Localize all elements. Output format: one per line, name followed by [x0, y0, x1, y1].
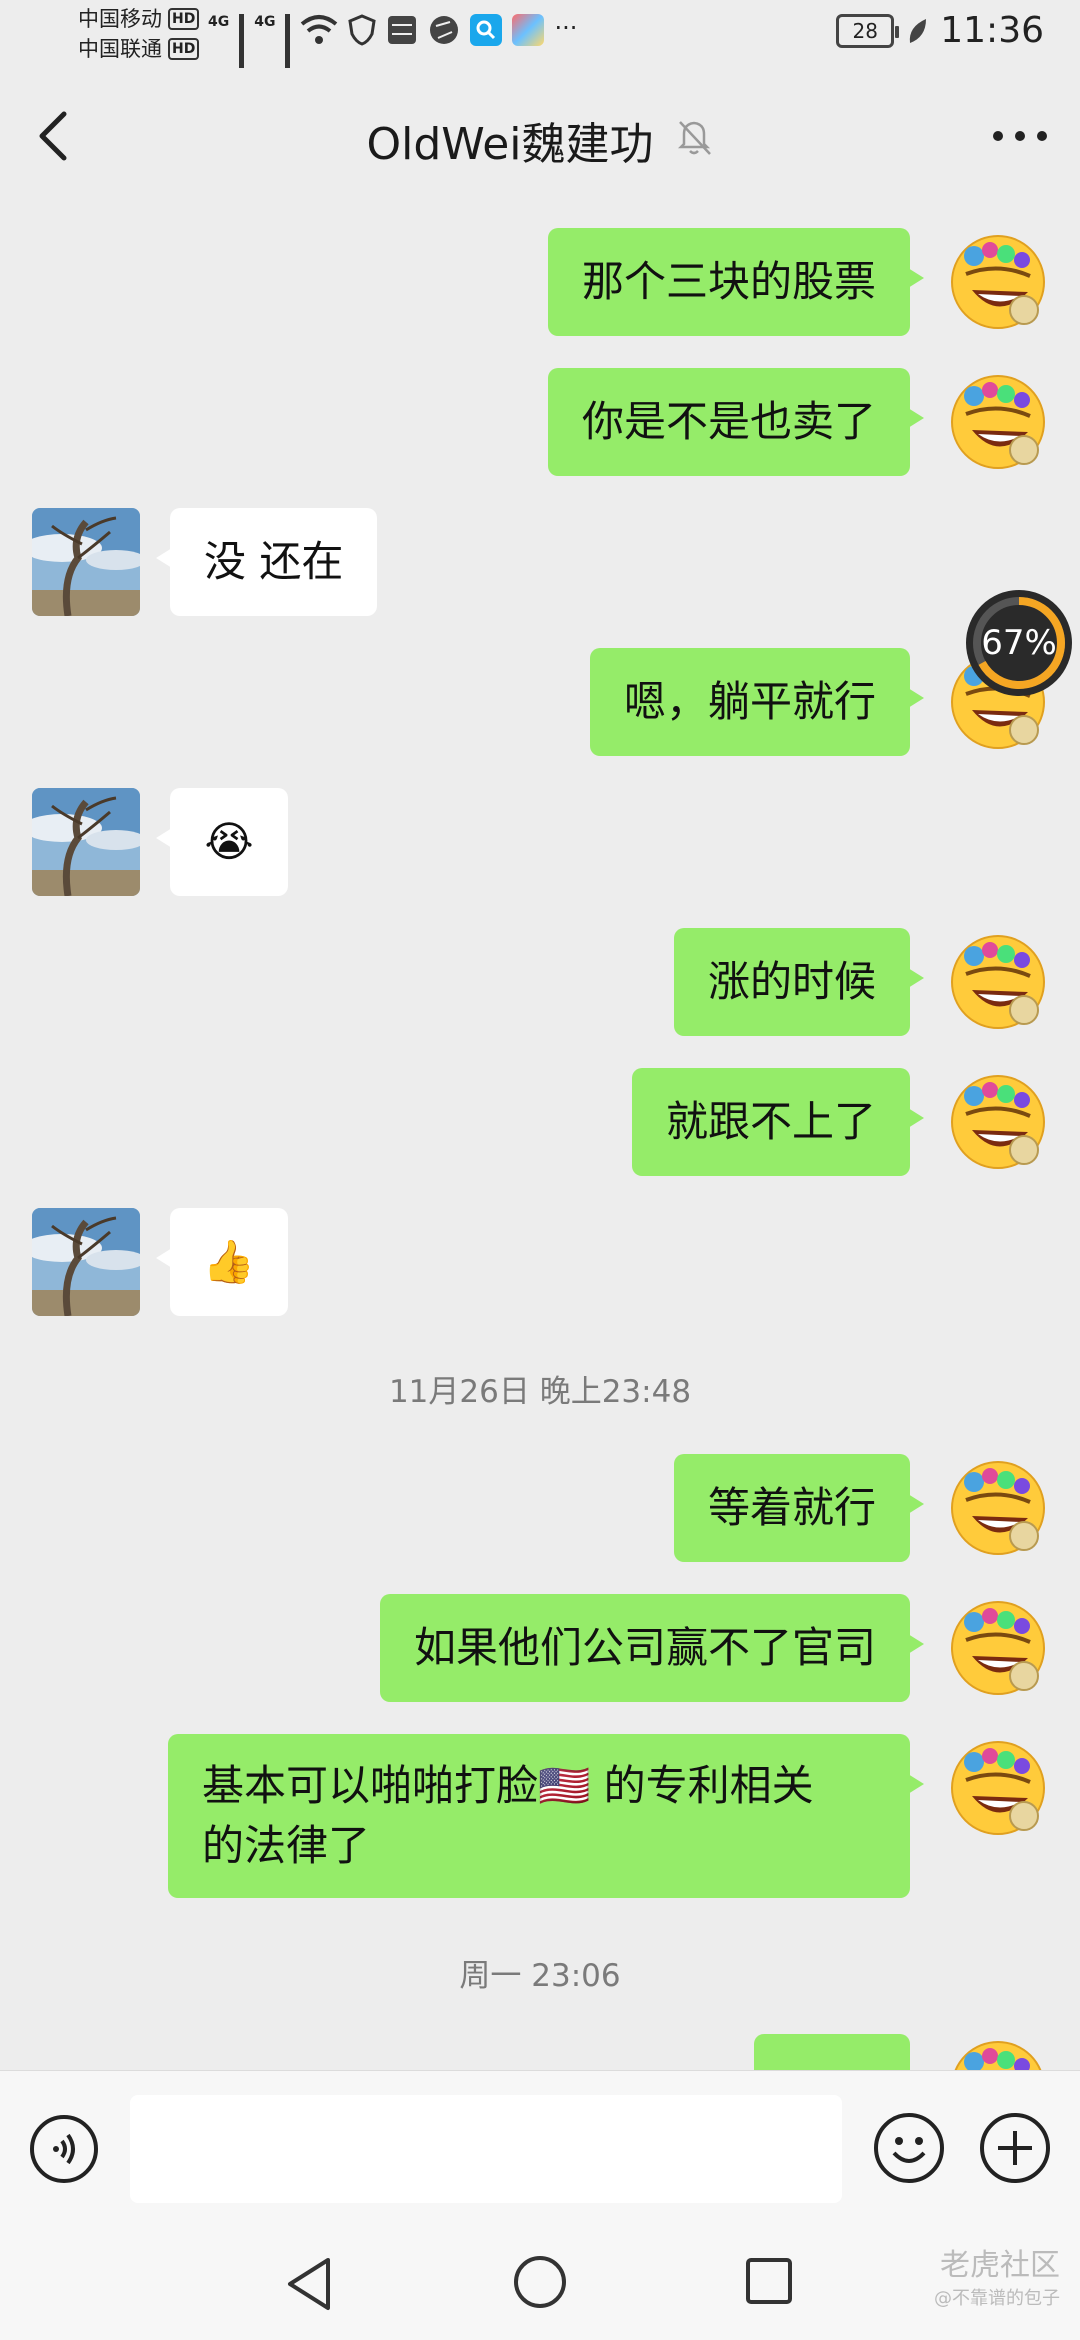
input-bar [0, 2070, 1080, 2226]
status-bar: 中国移动 HD 中国联通 HD 4G 4G ··· 28 11:36 [0, 0, 1080, 84]
app-icon [512, 14, 545, 46]
hd-badge: HD [168, 38, 200, 60]
carrier-info: 中国移动 HD 中国联通 HD [78, 4, 200, 64]
message-line: 的法律了 [202, 1821, 371, 1870]
chat-title: OldWei魏建功 [366, 119, 654, 170]
message-bubble[interactable]: 就跟不上了 [631, 1068, 925, 1176]
message-bubble[interactable]: 😭 [156, 788, 288, 896]
message-line: 基本可以啪啪打脸🇺🇸 的专利相关 [202, 1761, 814, 1810]
carrier-2: 中国联通 [78, 37, 162, 61]
message-list[interactable]: 那个三块的股票 你是不是也卖了 没 还在 嗯，躺平就行 😭 涨的时候 就跟不上了… [0, 204, 1080, 2070]
search-app-icon [470, 14, 503, 46]
self-avatar[interactable] [944, 926, 1052, 1034]
nav-back-icon[interactable] [282, 2254, 338, 2314]
message-bubble[interactable]: 嗯，躺平就行 [589, 648, 925, 756]
self-avatar[interactable] [944, 1732, 1052, 1840]
watermark-main: 老虎社区 [940, 2248, 1060, 2283]
chat-header: OldWei魏建功 [0, 68, 1080, 204]
emoji-icon[interactable] [872, 2111, 946, 2185]
nav-recent-icon[interactable] [744, 2256, 794, 2306]
message-bubble[interactable]: 等着就行 [673, 1454, 925, 1562]
self-avatar[interactable] [944, 1066, 1052, 1174]
server-icon [388, 16, 417, 44]
contact-avatar[interactable] [32, 508, 140, 616]
message-input[interactable] [130, 2095, 842, 2203]
self-avatar[interactable] [944, 2032, 1052, 2070]
message-bubble[interactable]: 没 还在 [155, 508, 378, 616]
wifi-icon [301, 15, 338, 44]
leaf-icon [910, 18, 927, 43]
message-bubble[interactable] [754, 2034, 910, 2070]
nav-home-icon[interactable] [512, 2254, 568, 2310]
signal-icon [285, 14, 291, 84]
watermark-sub: @不靠谱的包子 [934, 2288, 1060, 2309]
battery-icon: 28 [836, 13, 900, 48]
more-status-icon: ··· [554, 14, 578, 42]
watermark: 老虎社区 @不靠谱的包子 [934, 2240, 1060, 2310]
muted-bell-icon [677, 121, 711, 155]
message-bubble[interactable]: 那个三块的股票 [547, 228, 925, 336]
self-avatar[interactable] [944, 226, 1052, 334]
contact-avatar[interactable] [32, 788, 140, 896]
message-bubble[interactable]: 如果他们公司赢不了官司 [379, 1594, 925, 1702]
clock: 11:36 [940, 10, 1044, 51]
self-avatar[interactable] [944, 366, 1052, 474]
message-bubble[interactable]: 👍 [156, 1208, 288, 1316]
voice-input-icon[interactable] [28, 2113, 100, 2185]
status-icons: 4G 4G ··· [208, 14, 578, 84]
aperture-icon [430, 16, 459, 44]
self-avatar[interactable] [944, 1452, 1052, 1560]
plus-icon[interactable] [978, 2111, 1052, 2185]
progress-label: 67% [981, 623, 1057, 663]
hd-badge: HD [168, 8, 200, 30]
message-bubble[interactable]: 你是不是也卖了 [547, 368, 925, 476]
carrier-1: 中国移动 [78, 7, 162, 31]
message-bubble[interactable]: 涨的时候 [673, 928, 925, 1036]
shield-icon [348, 14, 377, 46]
network-type-1: 4G [208, 14, 230, 30]
system-nav-bar: 老虎社区 @不靠谱的包子 [0, 2226, 1080, 2340]
contact-avatar[interactable] [32, 1208, 140, 1316]
network-type-2: 4G [254, 14, 276, 30]
self-avatar[interactable] [944, 1592, 1052, 1700]
more-options-icon[interactable] [988, 116, 1052, 156]
signal-icon [239, 14, 245, 84]
timestamp: 11月26日 晚上23:48 [388, 1374, 692, 1410]
timestamp: 周一 23:06 [459, 1958, 621, 1994]
message-bubble[interactable]: 基本可以啪啪打脸🇺🇸 的专利相关 的法律了 [168, 1734, 924, 1898]
